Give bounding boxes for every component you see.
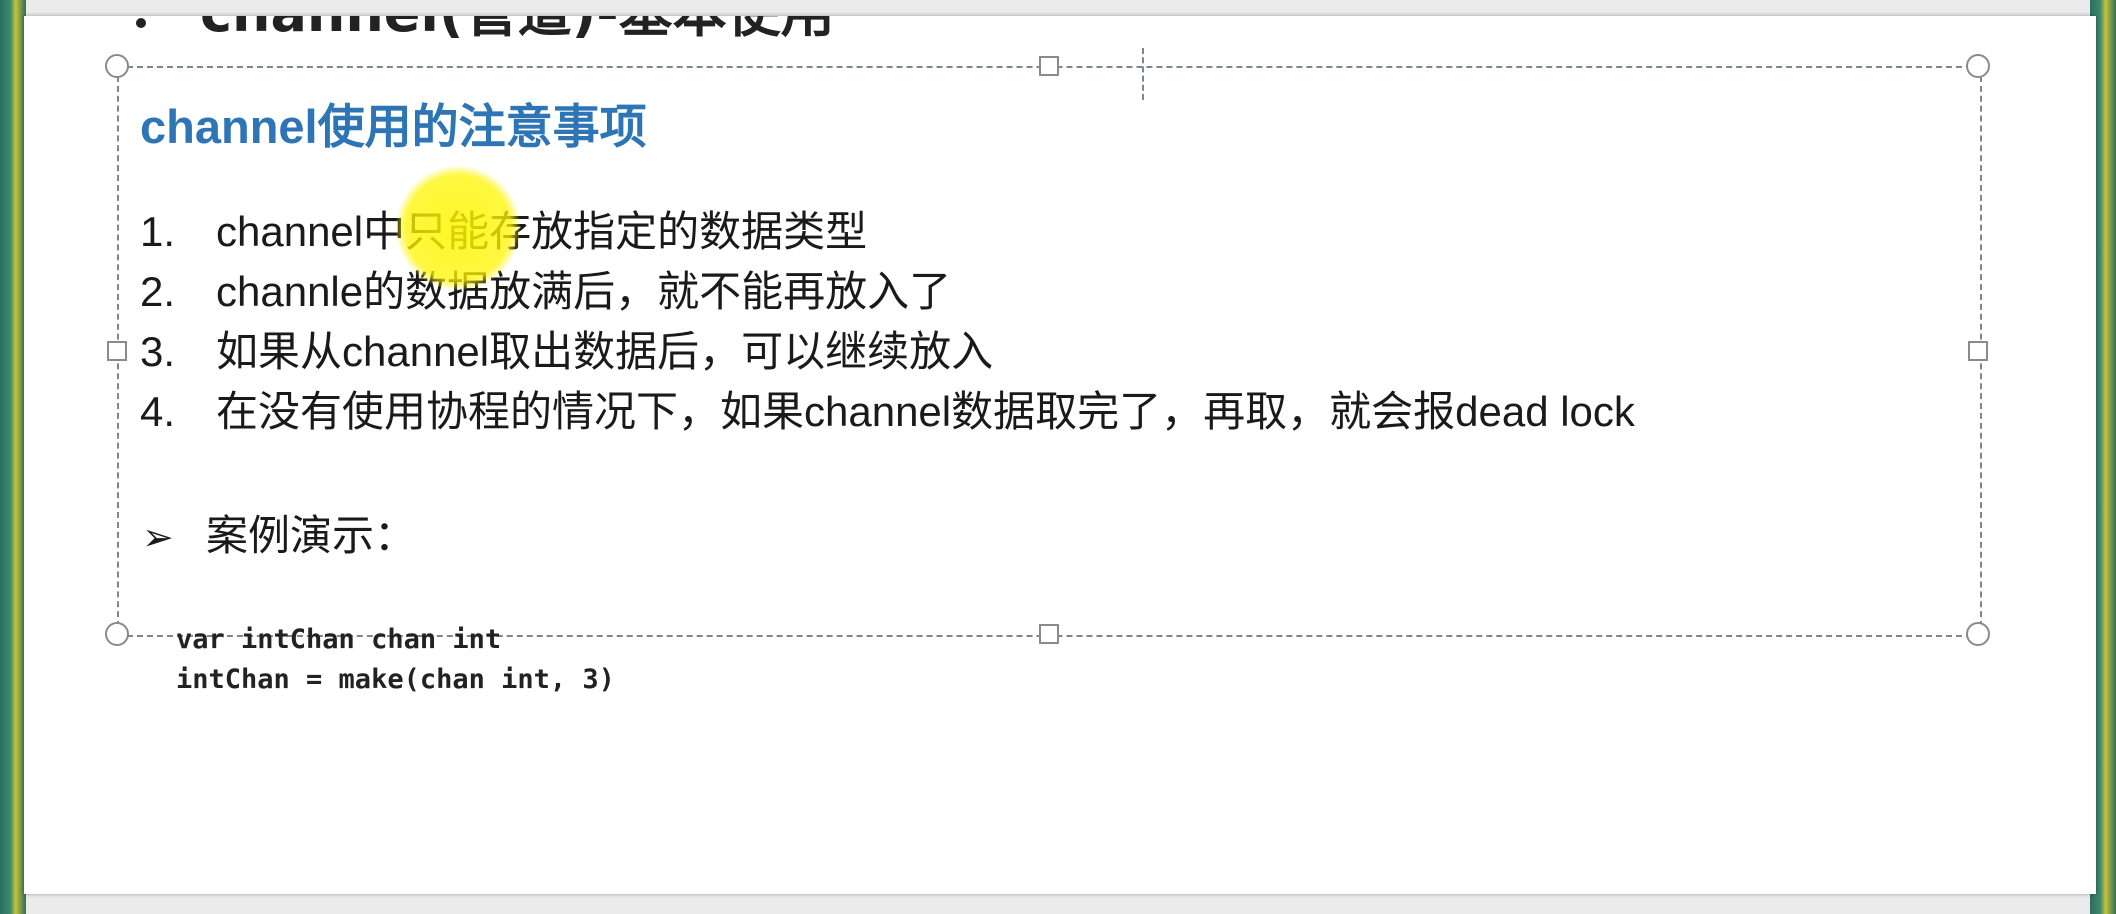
resize-handle-middle-left[interactable]: [107, 341, 127, 361]
resize-handle-bottom-left[interactable]: [105, 622, 129, 646]
resize-handle-bottom-center[interactable]: [1039, 624, 1059, 644]
code-line: var intChan chan int: [176, 624, 502, 655]
slide-title-cut-off: channel(管道)-基本使用: [200, 16, 835, 47]
list-item-number: 2.: [140, 268, 176, 315]
example-line: ➢ 案例演示：: [142, 502, 416, 563]
list-item-text: channel中只能存放指定的数据类型: [216, 208, 868, 255]
list-item-text: 在没有使用协程的情况下，如果channel数据取完了，再取，就会报dead lo…: [216, 388, 1635, 435]
list-item-number: 3.: [140, 328, 176, 375]
left-edge-strip: [0, 0, 26, 914]
presentation-slide[interactable]: channel(管道)-基本使用 channel使用的注意事项 1. channe…: [24, 16, 2096, 894]
list-item-text: channle的数据放满后，就不能再放入了: [216, 268, 952, 315]
notes-list: 1. channel中只能存放指定的数据类型 2. channle的数据放满后，就不…: [140, 202, 1635, 442]
list-item-text: 如果从channel取出数据后，可以继续放入: [216, 328, 994, 375]
example-label: 案例演示：: [206, 512, 417, 559]
code-snippet: var intChan chan int intChan = make(chan …: [176, 620, 615, 700]
list-item: 1. channel中只能存放指定的数据类型: [140, 202, 1635, 262]
list-item: 2. channle的数据放满后，就不能再放入了: [140, 262, 1635, 322]
list-item-number: 1.: [140, 208, 176, 255]
list-item: 4. 在没有使用协程的情况下，如果channel数据取完了，再取，就会报dead …: [140, 382, 1635, 442]
resize-handle-top-left[interactable]: [105, 54, 129, 78]
resize-handle-bottom-right[interactable]: [1966, 622, 1990, 646]
title-bullet-dot: [136, 18, 146, 28]
list-item-number: 4.: [140, 388, 176, 435]
resize-handle-top-center[interactable]: [1039, 56, 1059, 76]
slide-heading: channel使用的注意事项: [140, 100, 647, 153]
arrow-bullet-icon: ➢: [142, 517, 174, 559]
code-line: intChan = make(chan int, 3): [176, 664, 615, 695]
text-box-connector-dash: [1142, 48, 1144, 100]
resize-handle-top-right[interactable]: [1966, 54, 1990, 78]
list-item: 3. 如果从channel取出数据后，可以继续放入: [140, 322, 1635, 382]
resize-handle-middle-right[interactable]: [1968, 341, 1988, 361]
